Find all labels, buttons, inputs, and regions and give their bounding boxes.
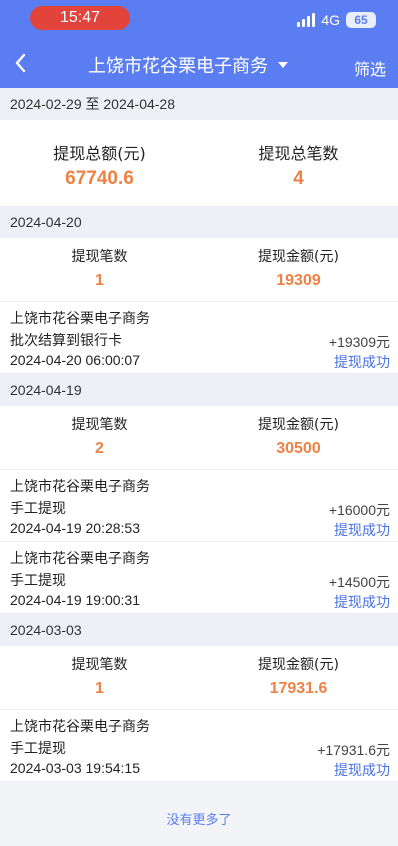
merchant-selector[interactable]: 上饶市花谷栗电子商务 bbox=[88, 52, 288, 78]
record-status[interactable]: 提现成功 bbox=[334, 352, 390, 372]
group-amount-value: 30500 bbox=[276, 440, 321, 457]
total-count-col: 提现总笔数 4 bbox=[199, 140, 398, 206]
record-time: 2024-04-20 06:00:07 bbox=[10, 352, 140, 368]
group-amount-col: 提现金额(元) 30500 bbox=[199, 414, 398, 469]
group-count-col: 提现笔数 1 bbox=[0, 246, 199, 301]
record-time: 2024-04-19 19:00:31 bbox=[10, 592, 140, 608]
status-indicators: 4G 65 bbox=[297, 11, 376, 29]
record-time: 2024-03-03 19:54:15 bbox=[10, 760, 140, 776]
battery-icon: 65 bbox=[346, 12, 376, 28]
record-merchant: 上饶市花谷栗电子商务 bbox=[10, 551, 150, 567]
record-time: 2024-04-19 20:28:53 bbox=[10, 520, 140, 536]
record-type: 批次结算到银行卡 bbox=[10, 333, 122, 349]
totals-summary: 提现总额(元) 67740.6 提现总笔数 4 bbox=[0, 120, 398, 206]
status-bar: 15:47 4G 65 bbox=[0, 0, 398, 38]
group-count-value: 1 bbox=[95, 272, 104, 289]
caret-down-icon bbox=[278, 62, 288, 68]
group-amount-value: 19309 bbox=[276, 272, 321, 289]
record-status[interactable]: 提现成功 bbox=[334, 520, 390, 540]
record-type: 手工提现 bbox=[10, 741, 66, 757]
record-merchant: 上饶市花谷栗电子商务 bbox=[10, 311, 150, 327]
total-amount-col: 提现总额(元) 67740.6 bbox=[0, 140, 199, 206]
group-count-col: 提现笔数 1 bbox=[0, 654, 199, 709]
back-button[interactable] bbox=[10, 49, 34, 77]
total-count-label: 提现总笔数 bbox=[258, 144, 339, 163]
group-count-value: 2 bbox=[95, 440, 104, 457]
group-count-label: 提现笔数 bbox=[71, 657, 128, 673]
network-label: 4G bbox=[321, 12, 340, 28]
group-date: 2024-03-03 bbox=[0, 614, 398, 646]
group-summary: 提现笔数 1 提现金额(元) 17931.6 bbox=[0, 646, 398, 710]
group-amount-label: 提现金额(元) bbox=[258, 249, 339, 265]
record-amount: +14500元 bbox=[328, 574, 390, 590]
total-amount-value: 67740.6 bbox=[65, 168, 134, 189]
group-amount-col: 提现金额(元) 17931.6 bbox=[199, 654, 398, 709]
group-date: 2024-04-19 bbox=[0, 374, 398, 406]
content: 2024-02-29 至 2024-04-28 提现总额(元) 67740.6 … bbox=[0, 88, 398, 782]
withdrawal-record[interactable]: 上饶市花谷栗电子商务 批次结算到银行卡 2024-04-20 06:00:07 … bbox=[0, 302, 398, 374]
no-more-footer: 没有更多了 bbox=[166, 813, 232, 828]
group-count-value: 1 bbox=[95, 680, 104, 697]
date-range-header: 2024-02-29 至 2024-04-28 bbox=[0, 88, 398, 120]
withdrawal-record[interactable]: 上饶市花谷栗电子商务 手工提现 2024-04-19 19:00:31 +145… bbox=[0, 542, 398, 614]
group-count-label: 提现笔数 bbox=[71, 249, 128, 265]
total-amount-label: 提现总额(元) bbox=[53, 144, 146, 163]
total-count-value: 4 bbox=[293, 168, 304, 189]
nav-bar: 上饶市花谷栗电子商务 筛选 bbox=[0, 38, 398, 88]
record-amount: +16000元 bbox=[328, 502, 390, 518]
record-status[interactable]: 提现成功 bbox=[334, 592, 390, 612]
chevron-left-icon bbox=[15, 53, 26, 73]
group-count-col: 提现笔数 2 bbox=[0, 414, 199, 469]
group-date: 2024-04-20 bbox=[0, 206, 398, 238]
withdrawal-record[interactable]: 上饶市花谷栗电子商务 手工提现 2024-03-03 19:54:15 +179… bbox=[0, 710, 398, 782]
group-summary: 提现笔数 2 提现金额(元) 30500 bbox=[0, 406, 398, 470]
status-time: 15:47 bbox=[30, 6, 130, 30]
record-merchant: 上饶市花谷栗电子商务 bbox=[10, 719, 150, 735]
header: 15:47 4G 65 上饶市花谷栗电子商务 筛选 bbox=[0, 0, 398, 88]
group-count-label: 提现笔数 bbox=[71, 417, 128, 433]
group-amount-col: 提现金额(元) 19309 bbox=[199, 246, 398, 301]
group-summary: 提现笔数 1 提现金额(元) 19309 bbox=[0, 238, 398, 302]
page-title: 上饶市花谷栗电子商务 bbox=[88, 56, 268, 77]
withdrawal-record[interactable]: 上饶市花谷栗电子商务 手工提现 2024-04-19 20:28:53 +160… bbox=[0, 470, 398, 542]
record-type: 手工提现 bbox=[10, 501, 66, 517]
group-amount-label: 提现金额(元) bbox=[258, 417, 339, 433]
record-merchant: 上饶市花谷栗电子商务 bbox=[10, 479, 150, 495]
signal-icon bbox=[297, 13, 316, 27]
group-amount-label: 提现金额(元) bbox=[258, 657, 339, 673]
record-amount: +19309元 bbox=[328, 334, 390, 350]
record-amount: +17931.6元 bbox=[317, 742, 390, 758]
filter-button[interactable]: 筛选 bbox=[354, 56, 386, 80]
group-amount-value: 17931.6 bbox=[269, 680, 328, 697]
record-type: 手工提现 bbox=[10, 573, 66, 589]
